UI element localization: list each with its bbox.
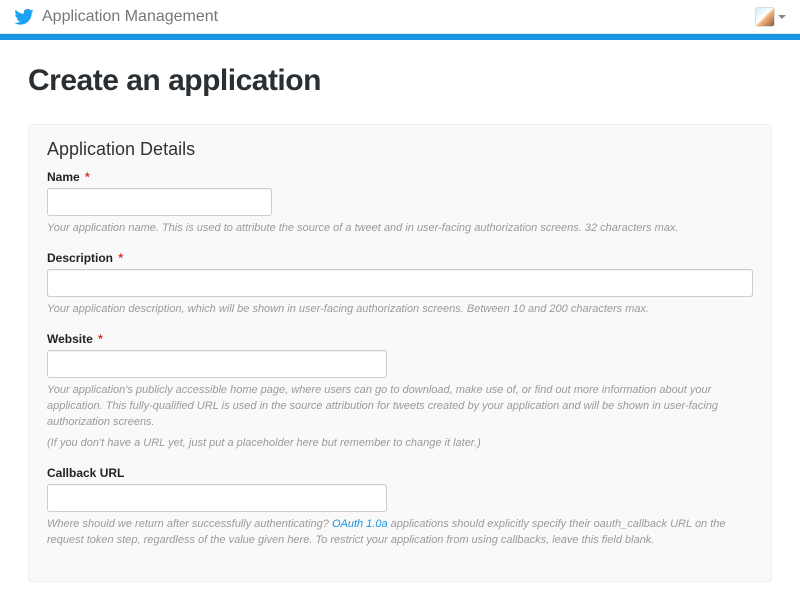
description-input[interactable]	[47, 269, 753, 297]
page-title: Create an application	[28, 64, 772, 98]
description-label-text: Description	[47, 251, 113, 265]
website-label-text: Website	[47, 332, 93, 346]
user-menu[interactable]	[755, 7, 786, 27]
name-help: Your application name. This is used to a…	[47, 221, 753, 237]
required-marker: *	[118, 251, 123, 265]
required-marker: *	[98, 332, 103, 346]
callback-help-pre: Where should we return after successfull…	[47, 518, 332, 530]
field-callback: Callback URL Where should we return afte…	[47, 466, 753, 549]
website-input[interactable]	[47, 350, 387, 378]
twitter-bird-icon	[14, 9, 34, 25]
website-help-extra: (If you don't have a URL yet, just put a…	[47, 436, 753, 452]
description-label: Description *	[47, 251, 753, 265]
oauth-link[interactable]: OAuth 1.0a	[332, 518, 388, 530]
page-body: Create an application Application Detail…	[0, 40, 800, 582]
website-help: Your application's publicly accessible h…	[47, 383, 753, 431]
panel-title: Application Details	[47, 139, 753, 160]
name-label: Name *	[47, 170, 753, 184]
description-help: Your application description, which will…	[47, 302, 753, 318]
name-input[interactable]	[47, 188, 272, 216]
topbar: Application Management	[0, 0, 800, 34]
callback-label: Callback URL	[47, 466, 753, 480]
callback-label-text: Callback URL	[47, 466, 124, 480]
field-name: Name * Your application name. This is us…	[47, 170, 753, 237]
avatar	[755, 7, 775, 27]
callback-input[interactable]	[47, 484, 387, 512]
website-label: Website *	[47, 332, 753, 346]
topbar-left: Application Management	[14, 8, 218, 26]
field-website: Website * Your application's publicly ac…	[47, 332, 753, 452]
header-title[interactable]: Application Management	[42, 8, 218, 26]
field-description: Description * Your application descripti…	[47, 251, 753, 318]
application-details-panel: Application Details Name * Your applicat…	[28, 124, 772, 582]
name-label-text: Name	[47, 170, 80, 184]
chevron-down-icon	[778, 15, 786, 19]
required-marker: *	[85, 170, 90, 184]
callback-help: Where should we return after successfull…	[47, 517, 753, 549]
